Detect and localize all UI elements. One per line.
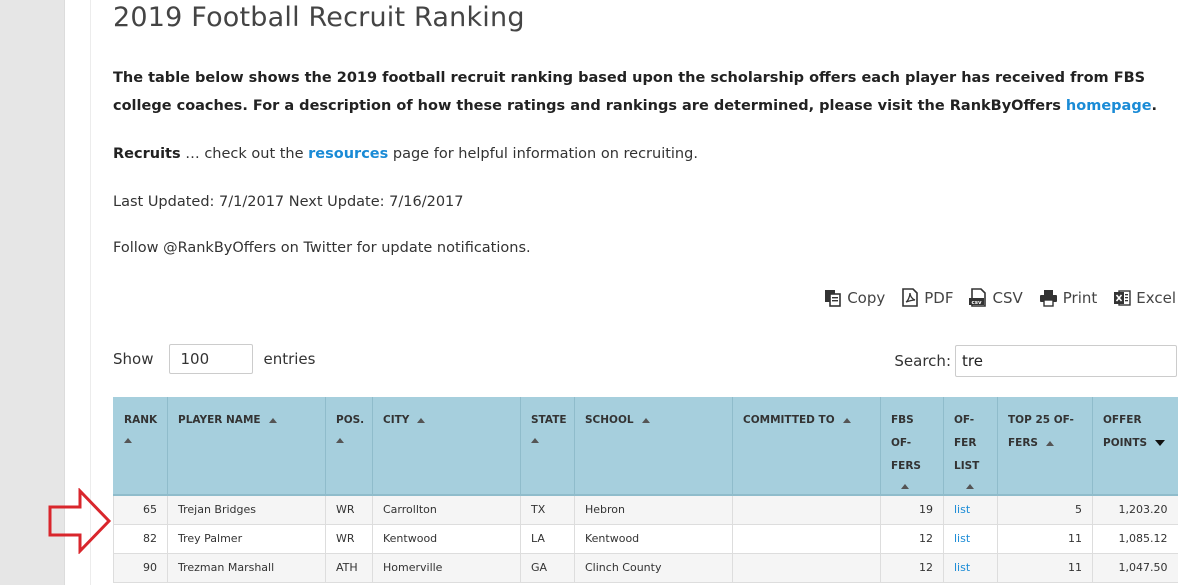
sort-asc-icon bbox=[268, 417, 277, 423]
cell-rank: 90 bbox=[113, 553, 168, 583]
cell-school: Hebron bbox=[574, 495, 733, 525]
cell-committed-to bbox=[732, 495, 881, 525]
cell-committed-to bbox=[732, 524, 881, 554]
excel-icon bbox=[1113, 289, 1131, 307]
print-icon bbox=[1039, 289, 1058, 307]
cell-state: GA bbox=[520, 553, 575, 583]
table-header-row: RANK PLAYER NAME POS. CITY STATE SCHOOL … bbox=[113, 397, 1178, 496]
sort-asc-icon bbox=[1046, 440, 1054, 446]
header-offer-list[interactable]: OF- FER LIST bbox=[943, 397, 998, 496]
cell-offer-list: list bbox=[943, 495, 998, 525]
homepage-link[interactable]: homepage bbox=[1066, 98, 1152, 114]
header-offer-points[interactable]: OFFER POINTS bbox=[1092, 397, 1178, 496]
cell-pos: WR bbox=[325, 495, 373, 525]
cell-school: Kentwood bbox=[574, 524, 733, 554]
sort-asc-icon bbox=[641, 417, 650, 423]
print-button[interactable]: Print bbox=[1039, 288, 1097, 307]
annotation-arrow-icon bbox=[48, 488, 112, 554]
recruits-paragraph: Recruits … check out the resources page … bbox=[113, 146, 698, 162]
header-state[interactable]: STATE bbox=[520, 397, 575, 496]
cell-player-name: Trey Palmer bbox=[167, 524, 326, 554]
intro-paragraph: The table below shows the 2019 football … bbox=[113, 70, 1158, 114]
cell-school: Clinch County bbox=[574, 553, 733, 583]
svg-text:csv: csv bbox=[972, 300, 983, 306]
update-info: Last Updated: 7/1/2017 Next Update: 7/16… bbox=[113, 194, 464, 210]
cell-offer-list: list bbox=[943, 524, 998, 554]
follow-text: Follow @RankByOffers on Twitter for upda… bbox=[113, 240, 531, 256]
offer-list-link[interactable]: list bbox=[954, 503, 970, 516]
cell-city: Carrollton bbox=[372, 495, 521, 525]
header-fbs-offers[interactable]: FBS OF- FERS bbox=[880, 397, 944, 496]
header-rank[interactable]: RANK bbox=[113, 397, 168, 496]
sort-asc-icon bbox=[842, 417, 851, 423]
sort-asc-icon bbox=[966, 484, 974, 489]
sort-desc-icon bbox=[1155, 440, 1166, 446]
cell-offer-points: 1,085.12 bbox=[1092, 524, 1178, 554]
cell-state: TX bbox=[520, 495, 575, 525]
csv-button[interactable]: csv CSV bbox=[969, 288, 1023, 307]
cell-city: Kentwood bbox=[372, 524, 521, 554]
sort-asc-icon bbox=[901, 484, 909, 489]
table-row: 90 Trezman Marshall ATH Homerville GA Cl… bbox=[113, 553, 1178, 583]
cell-fbs-offers: 19 bbox=[880, 495, 944, 525]
export-toolbar: Copy PDF csv CSV Print Excel bbox=[824, 288, 1176, 307]
cell-rank: 82 bbox=[113, 524, 168, 554]
cell-offer-points: 1,203.20 bbox=[1092, 495, 1178, 525]
cell-fbs-offers: 12 bbox=[880, 553, 944, 583]
cell-top25-offers: 5 bbox=[997, 495, 1093, 525]
cell-player-name: Trejan Bridges bbox=[167, 495, 326, 525]
cell-pos: ATH bbox=[325, 553, 373, 583]
search-input[interactable] bbox=[955, 345, 1177, 377]
cell-player-name: Trezman Marshall bbox=[167, 553, 326, 583]
header-school[interactable]: SCHOOL bbox=[574, 397, 733, 496]
sort-asc-icon bbox=[417, 417, 426, 423]
sort-asc-icon bbox=[336, 438, 344, 443]
cell-offer-list: list bbox=[943, 553, 998, 583]
table-length-control: Show entries bbox=[113, 344, 315, 374]
sort-asc-icon bbox=[531, 438, 539, 443]
page-title: 2019 Football Recruit Ranking bbox=[113, 2, 525, 33]
header-top25-offers[interactable]: TOP 25 OF- FERS bbox=[997, 397, 1093, 496]
cell-pos: WR bbox=[325, 524, 373, 554]
cell-city: Homerville bbox=[372, 553, 521, 583]
header-pos[interactable]: POS. bbox=[325, 397, 373, 496]
cell-committed-to bbox=[732, 553, 881, 583]
cell-offer-points: 1,047.50 bbox=[1092, 553, 1178, 583]
entries-select[interactable] bbox=[169, 344, 254, 374]
pdf-icon bbox=[901, 288, 919, 307]
cell-rank: 65 bbox=[113, 495, 168, 525]
cell-top25-offers: 11 bbox=[997, 524, 1093, 554]
table-row: 82 Trey Palmer WR Kentwood LA Kentwood 1… bbox=[113, 524, 1178, 554]
cell-state: LA bbox=[520, 524, 575, 554]
copy-icon bbox=[824, 289, 842, 307]
resources-link[interactable]: resources bbox=[308, 146, 388, 162]
excel-button[interactable]: Excel bbox=[1113, 288, 1176, 307]
offer-list-link[interactable]: list bbox=[954, 532, 970, 545]
sort-asc-icon bbox=[124, 438, 132, 443]
header-committed-to[interactable]: COMMITTED TO bbox=[732, 397, 881, 496]
pdf-button[interactable]: PDF bbox=[901, 288, 953, 307]
cell-top25-offers: 11 bbox=[997, 553, 1093, 583]
table-row: 65 Trejan Bridges WR Carrollton TX Hebro… bbox=[113, 495, 1178, 525]
offer-list-link[interactable]: list bbox=[954, 561, 970, 574]
csv-icon: csv bbox=[969, 288, 987, 307]
header-player-name[interactable]: PLAYER NAME bbox=[167, 397, 326, 496]
recruit-table: RANK PLAYER NAME POS. CITY STATE SCHOOL … bbox=[113, 397, 1178, 583]
copy-button[interactable]: Copy bbox=[824, 288, 885, 307]
cell-fbs-offers: 12 bbox=[880, 524, 944, 554]
table-search-control: Search: bbox=[894, 345, 1177, 377]
header-city[interactable]: CITY bbox=[372, 397, 521, 496]
